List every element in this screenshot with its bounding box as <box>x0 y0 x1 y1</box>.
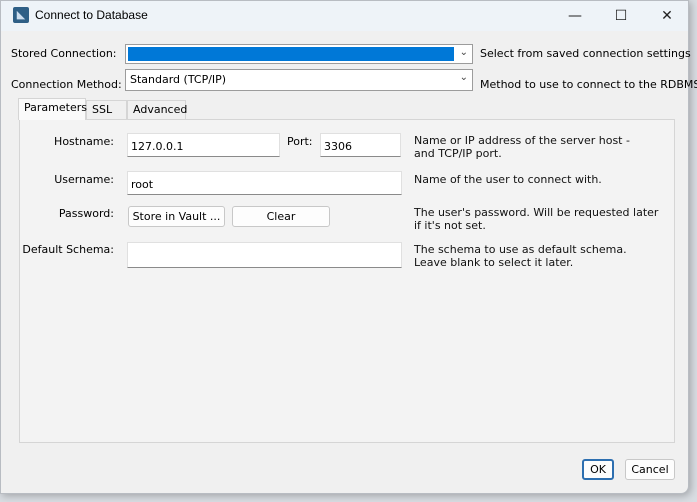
window-title: Connect to Database <box>35 8 148 22</box>
mysql-workbench-icon: ◣ <box>13 7 29 23</box>
default-schema-help: The schema to use as default schema. Lea… <box>414 243 627 269</box>
password-label: Password: <box>58 207 114 220</box>
username-label: Username: <box>54 173 114 186</box>
title-bar: ◣ Connect to Database — ☐ ✕ <box>1 1 688 31</box>
stored-connection-label: Stored Connection: <box>11 47 117 60</box>
ok-button[interactable]: OK <box>582 459 614 480</box>
close-button[interactable]: ✕ <box>644 1 690 31</box>
port-value: 3306 <box>324 140 352 153</box>
port-input[interactable]: 3306 <box>320 133 401 157</box>
connect-dialog: ◣ Connect to Database — ☐ ✕ Stored Conne… <box>0 0 697 494</box>
chevron-down-icon: ⌄ <box>459 47 468 58</box>
tab-ssl[interactable]: SSL <box>86 100 127 119</box>
username-help: Name of the user to connect with. <box>414 173 602 186</box>
password-help: The user's password. Will be requested l… <box>414 206 659 232</box>
stored-connection-help: Select from saved connection settings <box>480 47 691 60</box>
hostname-help: Name or IP address of the server host - … <box>414 134 630 160</box>
cancel-button[interactable]: Cancel <box>625 459 675 480</box>
connection-method-value: Standard (TCP/IP) <box>130 73 227 86</box>
clear-password-button[interactable]: Clear <box>232 206 330 227</box>
username-input[interactable]: root <box>127 171 402 195</box>
parameters-panel <box>19 119 675 443</box>
store-in-vault-button[interactable]: Store in Vault ... <box>128 206 225 227</box>
default-schema-input[interactable] <box>127 242 402 268</box>
tab-parameters[interactable]: Parameters <box>18 98 87 120</box>
stored-connection-select[interactable]: ⌄ <box>125 44 473 64</box>
selected-highlight <box>128 47 454 61</box>
default-schema-label: Default Schema: <box>22 243 114 256</box>
port-label: Port: <box>287 135 313 148</box>
minimize-button[interactable]: — <box>552 1 598 31</box>
connection-method-label: Connection Method: <box>11 78 122 91</box>
maximize-button[interactable]: ☐ <box>598 1 644 31</box>
chevron-down-icon: ⌄ <box>459 72 468 83</box>
connection-method-help: Method to use to connect to the RDBMS <box>480 78 697 91</box>
hostname-input[interactable]: 127.0.0.1 <box>127 133 280 157</box>
tab-advanced[interactable]: Advanced <box>127 100 187 119</box>
username-value: root <box>131 178 154 191</box>
hostname-value: 127.0.0.1 <box>131 140 184 153</box>
connection-method-select[interactable]: Standard (TCP/IP) ⌄ <box>125 69 473 91</box>
hostname-label: Hostname: <box>54 135 114 148</box>
